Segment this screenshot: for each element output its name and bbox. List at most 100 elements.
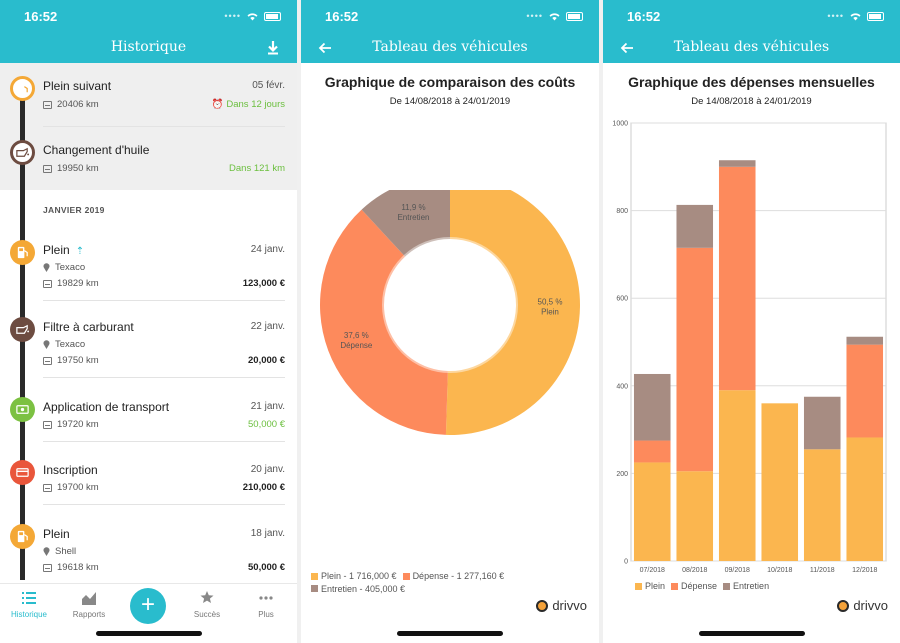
odometer-icon [43, 100, 52, 109]
x-tick-label: 09/2018 [725, 567, 750, 574]
slice-percent-label: 50,5 % [538, 298, 563, 307]
bar-segment-plein[interactable] [633, 462, 671, 561]
slice-category-label: Dépense [340, 341, 373, 350]
trophy-icon [200, 591, 214, 603]
home-indicator [698, 631, 805, 636]
status-time: 16:52 [325, 9, 359, 24]
x-tick-label: 08/2018 [682, 567, 707, 574]
bar-segment-plein[interactable] [676, 471, 714, 561]
entry-date: 22 janv. [250, 321, 285, 332]
signal-icon: •••• [224, 11, 241, 21]
wifi-icon [850, 13, 861, 21]
divider [43, 126, 285, 127]
upcoming-title[interactable]: Changement d'huile [43, 143, 149, 157]
app-bar: Historique [0, 33, 297, 63]
x-tick-label: 12/2018 [852, 567, 877, 574]
bar-segment-plein[interactable] [761, 403, 799, 561]
odometer-icon [43, 483, 52, 492]
cost-comparison-screen: 16:52 •••• Tableau des véhicules Graphiq… [301, 0, 599, 643]
fuel-pump-icon [10, 240, 35, 265]
alarm-icon: ⏰ [211, 99, 224, 110]
bar-segment-depense[interactable] [633, 440, 671, 463]
list-icon [22, 592, 36, 604]
tab-more[interactable]: Plus [241, 590, 291, 619]
bar-segment-depense[interactable] [718, 166, 756, 391]
fuel-pump-icon [10, 524, 35, 549]
chart-subtitle: De 14/08/2018 à 24/01/2019 [389, 96, 511, 107]
slice-category-label: Entretien [397, 213, 429, 222]
status-bar: 16:52 •••• [0, 0, 297, 33]
entry-title[interactable]: Inscription [43, 463, 98, 477]
bar-segment-entretien[interactable] [676, 204, 714, 248]
bar-segment-depense[interactable] [676, 247, 714, 472]
odometer: 19700 km [43, 482, 99, 493]
bar-segment-depense[interactable] [846, 344, 884, 438]
download-icon[interactable] [263, 38, 283, 58]
odometer-icon [43, 356, 52, 365]
y-tick-label: 1000 [612, 121, 628, 128]
chart-title: Graphique des dépenses mensuelles [628, 74, 875, 90]
chart-legend: Plein - 1 716,000 € Dépense - 1 277,160 €… [311, 570, 541, 595]
odometer-icon [43, 563, 52, 572]
oil-can-icon [10, 140, 35, 165]
bar-segment-entretien[interactable] [846, 336, 884, 345]
status-time: 16:52 [627, 9, 661, 24]
entry-date: 20 janv. [250, 464, 285, 475]
add-button[interactable]: + [130, 588, 166, 624]
due-badge: ⏰ Dans 12 jours [211, 99, 285, 110]
status-time: 16:52 [24, 9, 58, 24]
back-arrow-icon[interactable] [617, 38, 637, 58]
divider [43, 300, 285, 301]
entry-title[interactable]: Application de transport [43, 400, 169, 414]
tab-success[interactable]: Succès [182, 590, 232, 619]
upcoming-date: 05 févr. [252, 80, 285, 91]
entry-amount: 50,000 € [248, 419, 285, 430]
legend-item-entretien: Entretien [723, 581, 769, 591]
battery-icon [566, 11, 583, 21]
odometer-icon [43, 420, 52, 429]
upcoming-title[interactable]: Plein suivant [43, 79, 111, 93]
page-title: Tableau des véhicules [372, 39, 528, 55]
drivvo-logo-icon [837, 599, 850, 612]
slice-category-label: Plein [541, 308, 559, 317]
back-arrow-icon[interactable] [315, 38, 335, 58]
bar-segment-plein[interactable] [803, 449, 841, 561]
page-title: Historique [110, 39, 187, 55]
donut-chart: 50,5 %Plein 37,6 %Dépense 11,9 %Entretien [320, 190, 580, 435]
history-screen: 16:52 •••• Historique Plein suivant 05 fé… [0, 0, 297, 643]
entry-place: Texaco [43, 339, 85, 350]
due-badge: Dans 121 km [229, 163, 285, 174]
bar-segment-plein[interactable] [846, 437, 884, 561]
drivvo-logo-icon [536, 599, 549, 612]
entry-title[interactable]: Plein ⇡ [43, 243, 84, 257]
tab-history[interactable]: Historique [4, 590, 54, 619]
odometer: 19950 km [43, 163, 99, 174]
tab-reports[interactable]: Rapports [64, 590, 114, 619]
y-tick-label: 600 [616, 296, 628, 303]
odometer: 19618 km [43, 562, 99, 573]
entry-title[interactable]: Filtre à carburant [43, 320, 134, 334]
entry-date: 18 janv. [250, 528, 285, 539]
entry-title[interactable]: Plein [43, 527, 70, 541]
legend-item-plein: Plein [635, 581, 665, 591]
bar-segment-plein[interactable] [718, 390, 756, 561]
stacked-bar-chart: 0 200 400 600 800 1000 07/2018 08/2018 09/2018 10… [612, 121, 887, 574]
oil-can-icon [10, 317, 35, 342]
wifi-icon [549, 13, 560, 21]
chart-icon [82, 592, 96, 605]
app-bar: Tableau des véhicules [603, 33, 900, 63]
month-header: JANVIER 2019 [43, 205, 105, 215]
bar-segment-entretien[interactable] [718, 160, 756, 167]
odometer: 19750 km [43, 355, 99, 366]
bar-segment-entretien[interactable] [633, 373, 671, 441]
x-tick-label: 10/2018 [767, 567, 792, 574]
x-tick-label: 11/2018 [810, 567, 835, 574]
y-tick-label: 400 [616, 383, 628, 390]
odometer-icon [43, 279, 52, 288]
chart-legend: Plein Dépense Entretien [635, 581, 775, 592]
location-pin-icon [43, 547, 50, 556]
x-tick-label: 07/2018 [640, 567, 665, 574]
entry-date: 24 janv. [250, 244, 285, 255]
bar-segment-entretien[interactable] [803, 396, 841, 450]
y-tick-label: 0 [624, 559, 628, 566]
